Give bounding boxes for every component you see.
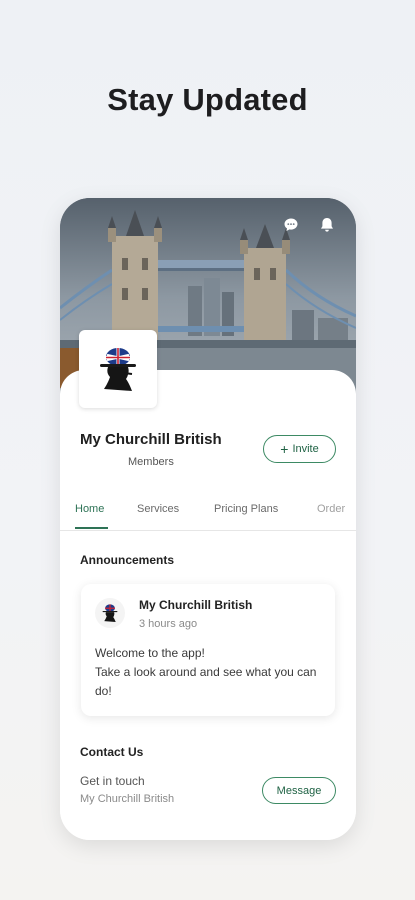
active-tab-indicator [75,527,108,529]
invite-label: Invite [292,443,319,455]
message-button[interactable]: Message [262,777,336,804]
churchill-logo-icon [100,348,136,391]
contact-subtitle: Get in touch [80,774,145,788]
plus-icon: + [280,440,289,457]
members-link[interactable]: Members [128,456,174,468]
tab-pricing-plans[interactable]: Pricing Plans [214,503,278,515]
contact-heading: Contact Us [80,745,144,759]
avatar [95,598,125,628]
invite-button[interactable]: + Invite [263,435,336,463]
post-timestamp: 3 hours ago [139,618,198,630]
site-logo [79,330,157,408]
tab-order[interactable]: Order [317,503,345,515]
tab-bar: Home Services Pricing Plans Order [60,498,356,531]
post-body-line-2: Take a look around and see what you can … [95,665,317,698]
phone-mockup: My Churchill British Members + Invite Ho… [60,198,356,840]
page-headline: Stay Updated [107,82,308,117]
post-body: Welcome to the app! Take a look around a… [95,644,327,701]
contact-site-name: My Churchill British [80,793,175,805]
chat-icon[interactable] [282,216,300,234]
post-body-line-1: Welcome to the app! [95,646,205,660]
site-name: My Churchill British [80,431,222,448]
tab-services[interactable]: Services [137,503,179,515]
announcements-heading: Announcements [80,553,175,567]
churchill-avatar-icon [102,604,118,622]
tab-home[interactable]: Home [75,503,104,515]
bell-icon[interactable] [318,216,336,234]
post-author: My Churchill British [139,598,253,612]
announcement-post[interactable]: My Churchill British 3 hours ago Welcome… [81,584,335,716]
